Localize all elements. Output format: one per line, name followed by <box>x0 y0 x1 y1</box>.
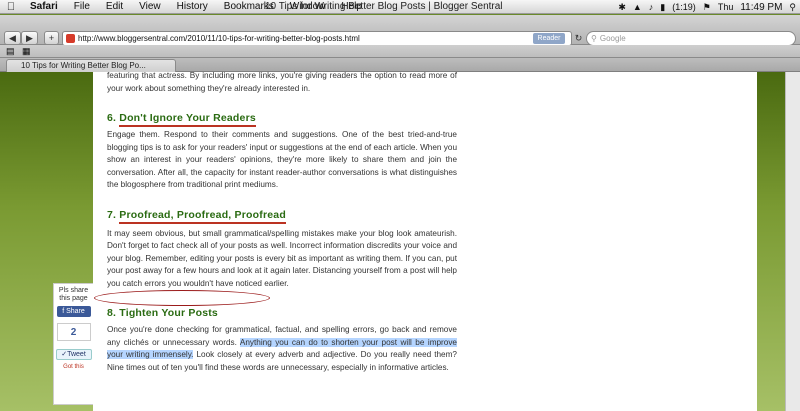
tab-active[interactable]: 10 Tips for Writing Better Blog Po... <box>6 59 176 72</box>
address-bar[interactable]: http://www.bloggersentral.com/2010/11/10… <box>62 31 572 46</box>
vertical-scrollbar[interactable] <box>785 72 800 411</box>
day-label: Thu <box>717 2 734 12</box>
section-7-heading: 7. Proofread, Proofread, Proofread <box>107 208 457 224</box>
apple-menu-icon[interactable]:  <box>0 1 22 13</box>
intro-paragraph: featuring that actress. By including mor… <box>107 72 457 93</box>
search-icon: ⚲ <box>591 34 597 43</box>
menu-bar:  Safari File Edit View History Bookmark… <box>0 0 800 14</box>
back-button[interactable]: ◀ <box>4 31 21 45</box>
menu-app[interactable]: Safari <box>22 0 66 14</box>
tweet-label: Tweet <box>67 351 86 358</box>
section-7-body: It may seem obvious, but small grammatic… <box>107 228 457 288</box>
share-widget: Pls share this page f Share 2 ✓Tweet Got… <box>53 283 93 405</box>
search-field[interactable]: ⚲ Google <box>586 31 796 46</box>
section-6-heading: 6. Don't Ignore Your Readers <box>107 111 457 127</box>
section-8-body: Once you're done checking for grammatica… <box>107 324 457 374</box>
web-page: featuring that actress. By including mor… <box>0 72 800 411</box>
tab-bar: 10 Tips for Writing Better Blog Po... <box>0 58 800 72</box>
url-text: http://www.bloggersentral.com/2010/11/10… <box>78 34 360 43</box>
clock[interactable]: 11:49 PM <box>740 2 782 13</box>
share-title: Pls share this page <box>58 287 89 302</box>
facebook-share-button[interactable]: f Share <box>56 306 91 317</box>
bluetooth-icon[interactable]: ✱ <box>618 2 626 13</box>
article-content: featuring that actress. By including mor… <box>107 72 457 374</box>
browser-toolbar: ◀ ▶ + http://www.bloggersentral.com/2010… <box>0 15 800 46</box>
forward-button[interactable]: ▶ <box>21 31 38 45</box>
menu-history[interactable]: History <box>169 0 216 14</box>
window-title: 10 Tips for Writing Better Blog Posts | … <box>265 1 503 12</box>
menu-file[interactable]: File <box>66 0 98 14</box>
tab-label: 10 Tips for Writing Better Blog Po... <box>21 61 146 70</box>
share-count: 2 <box>56 323 91 341</box>
reading-list-icon[interactable]: ▤ <box>6 46 15 57</box>
got-this-link[interactable]: Got this <box>54 364 93 370</box>
volume-icon[interactable]: ♪ <box>649 2 654 12</box>
menu-view[interactable]: View <box>131 0 169 14</box>
facebook-share-label: Share <box>66 308 85 315</box>
bookmarks-bar: ▤ ▦ <box>0 45 800 58</box>
flag-icon[interactable]: ⚑ <box>703 2 711 13</box>
annotation-ellipse <box>94 290 270 306</box>
section-6-body: Engage them. Respond to their comments a… <box>107 130 457 189</box>
reader-button[interactable]: Reader <box>533 33 565 44</box>
spotlight-icon[interactable]: ⚲ <box>789 2 796 13</box>
section-8-heading: 8. Tighten Your Posts <box>107 307 218 319</box>
top-sites-icon[interactable]: ▦ <box>22 46 31 57</box>
menu-edit[interactable]: Edit <box>98 0 131 14</box>
site-favicon-icon <box>66 34 75 43</box>
battery-icon[interactable]: ▮ <box>660 2 665 13</box>
right-column <box>455 72 757 411</box>
battery-time: (1:19) <box>672 2 696 12</box>
search-placeholder: Google <box>599 34 626 43</box>
section-6-title: Don't Ignore Your Readers <box>119 112 256 127</box>
wifi-icon[interactable]: ▲ <box>633 2 642 12</box>
add-bookmark-button[interactable]: + <box>44 31 59 45</box>
section-7-title: Proofread, Proofread, Proofread <box>119 208 286 224</box>
status-area: ✱ ▲ ♪ ▮ (1:19) ⚑ Thu 11:49 PM ⚲ <box>618 0 796 14</box>
tweet-button[interactable]: ✓Tweet <box>55 349 92 360</box>
reload-icon[interactable]: ↻ <box>573 31 584 45</box>
